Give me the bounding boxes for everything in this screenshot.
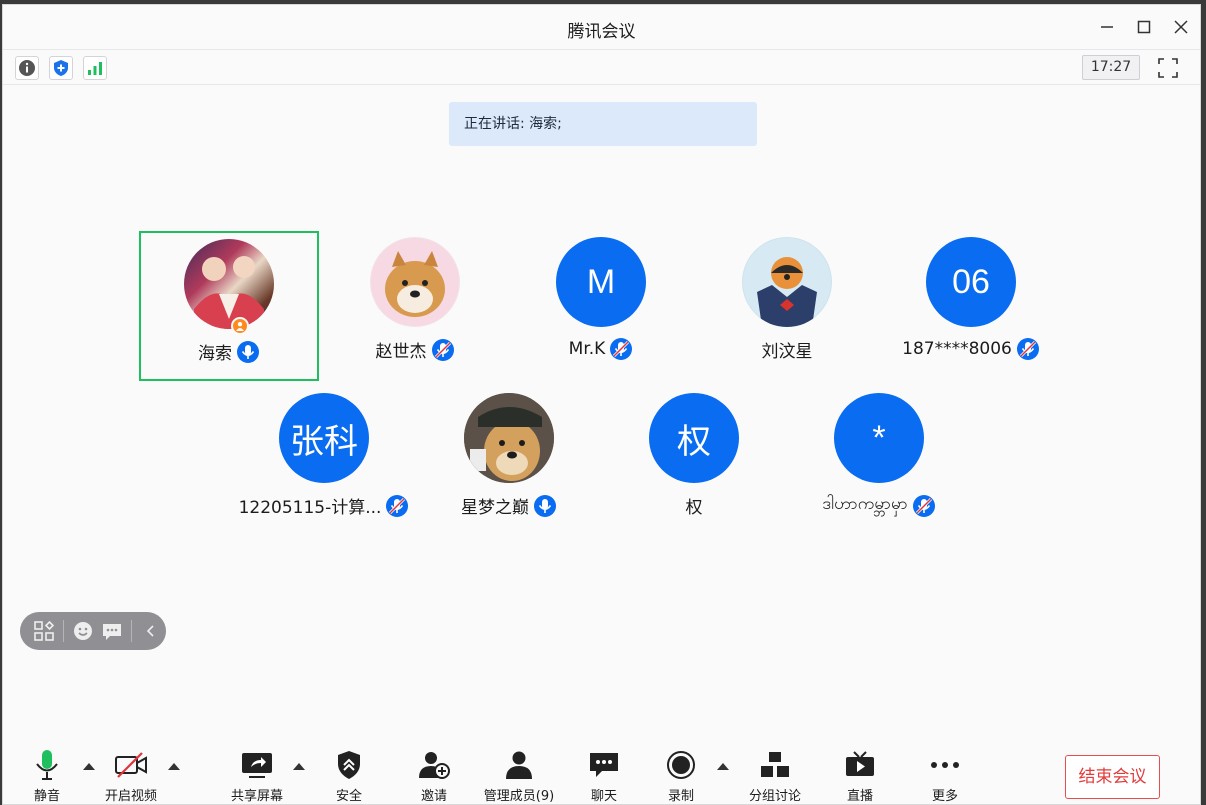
add-user-icon bbox=[419, 752, 450, 779]
info-icon bbox=[19, 60, 35, 76]
mic-active-icon[interactable] bbox=[236, 340, 260, 364]
avatar bbox=[370, 237, 460, 327]
participant-name: 赵世杰 bbox=[375, 342, 427, 362]
chat-bubble-icon bbox=[103, 624, 122, 640]
end-meeting-button[interactable]: 结束会议 bbox=[1065, 755, 1160, 799]
user-icon bbox=[236, 322, 244, 331]
security-button[interactable]: 安全 bbox=[307, 739, 391, 805]
record-options-caret[interactable] bbox=[716, 761, 730, 771]
manage-members-button[interactable]: 管理成员(9) bbox=[477, 739, 561, 805]
participant-name: 权 bbox=[685, 498, 703, 518]
collapse-button[interactable] bbox=[136, 616, 166, 646]
participant-tile[interactable]: 06 187****8006 bbox=[881, 231, 1061, 381]
participant-name: 187****8006 bbox=[902, 339, 1012, 359]
maximize-icon bbox=[1137, 20, 1151, 34]
start-video-button[interactable]: 开启视频 bbox=[89, 739, 173, 805]
smile-icon bbox=[73, 622, 92, 640]
mic-muted-icon[interactable] bbox=[609, 337, 633, 361]
record-button[interactable]: 录制 bbox=[639, 739, 723, 805]
network-status-button[interactable] bbox=[83, 56, 107, 80]
avatar bbox=[184, 239, 274, 329]
bottom-toolbar: 静音 开启视频 共享屏幕 安全 邀请 管理成员(9) 聊天 录制 分组讨论 直播… bbox=[3, 739, 1200, 805]
live-icon bbox=[846, 751, 874, 776]
shield-icon bbox=[338, 751, 360, 779]
chat-icon bbox=[590, 753, 618, 777]
participant-name: 刘汶星 bbox=[761, 342, 813, 362]
participant-name: 海索 bbox=[198, 344, 232, 364]
caret-up-icon bbox=[168, 763, 180, 770]
share-options-caret[interactable] bbox=[292, 761, 306, 771]
caret-up-icon bbox=[293, 763, 305, 770]
meeting-clock: 17:27 bbox=[1082, 55, 1140, 80]
video-options-caret[interactable] bbox=[167, 761, 181, 771]
invite-button[interactable]: 邀请 bbox=[392, 739, 476, 805]
breakout-icon bbox=[761, 752, 789, 777]
security-status-button[interactable] bbox=[49, 56, 73, 80]
avatar: * bbox=[834, 393, 924, 483]
chevron-left-icon bbox=[146, 625, 154, 637]
participant-name: Mr.K bbox=[568, 339, 606, 359]
layout-button[interactable] bbox=[29, 616, 59, 646]
close-icon bbox=[1174, 20, 1188, 34]
fullscreen-icon bbox=[1158, 58, 1178, 78]
record-icon bbox=[667, 751, 695, 779]
info-bar: 17:27 bbox=[3, 49, 1200, 85]
mic-muted-icon[interactable] bbox=[912, 494, 936, 518]
users-icon bbox=[506, 751, 532, 779]
avatar: 06 bbox=[926, 237, 1016, 327]
mic-muted-icon[interactable] bbox=[1016, 337, 1040, 361]
floating-tool-bar bbox=[20, 612, 166, 650]
danmaku-button[interactable] bbox=[97, 616, 127, 646]
avatar: 权 bbox=[649, 393, 739, 483]
microphone-icon bbox=[36, 750, 58, 780]
live-stream-button[interactable]: 直播 bbox=[818, 739, 902, 805]
avatar bbox=[464, 393, 554, 483]
share-screen-button[interactable]: 共享屏幕 bbox=[215, 739, 299, 805]
speaking-banner: 正在讲话: 海索; bbox=[449, 102, 757, 146]
participant-name: ဒါဟာကမ္ဘာမှာ bbox=[822, 494, 908, 514]
minimize-button[interactable] bbox=[1095, 15, 1119, 39]
title-bar: 腾讯会议 bbox=[3, 5, 1200, 49]
minimize-icon bbox=[1101, 26, 1113, 28]
more-button[interactable]: 更多 bbox=[903, 739, 987, 805]
avatar: 张科 bbox=[279, 393, 369, 483]
avatar: M bbox=[556, 237, 646, 327]
more-icon bbox=[931, 762, 959, 768]
participant-name: 12205115-计算... bbox=[238, 498, 382, 518]
video-off-icon bbox=[115, 752, 147, 778]
divider bbox=[62, 620, 64, 642]
close-button[interactable] bbox=[1169, 15, 1193, 39]
fullscreen-button[interactable] bbox=[1156, 56, 1180, 80]
divider bbox=[131, 620, 133, 642]
maximize-button[interactable] bbox=[1132, 15, 1156, 39]
meeting-window: 腾讯会议 17:27 正在讲话: 海索; 海索 赵世杰 M Mr.K 刘汶星 0… bbox=[2, 4, 1201, 805]
caret-up-icon bbox=[717, 763, 729, 770]
layout-icon bbox=[34, 620, 55, 641]
signal-icon bbox=[88, 62, 102, 75]
breakout-rooms-button[interactable]: 分组讨论 bbox=[733, 739, 817, 805]
participant-name: 星梦之巅 bbox=[461, 498, 529, 518]
participant-tile[interactable]: * ဒါဟာကမ္ဘာမှာ bbox=[789, 387, 969, 537]
shield-icon bbox=[54, 60, 68, 76]
meeting-info-button[interactable] bbox=[15, 56, 39, 80]
mic-active-icon[interactable] bbox=[533, 494, 557, 518]
reaction-button[interactable] bbox=[68, 616, 98, 646]
host-badge bbox=[231, 317, 249, 335]
avatar bbox=[742, 237, 832, 327]
share-screen-icon bbox=[242, 753, 272, 778]
window-title: 腾讯会议 bbox=[567, 22, 636, 42]
mute-button[interactable]: 静音 bbox=[5, 739, 89, 805]
mic-muted-icon[interactable] bbox=[431, 338, 455, 362]
